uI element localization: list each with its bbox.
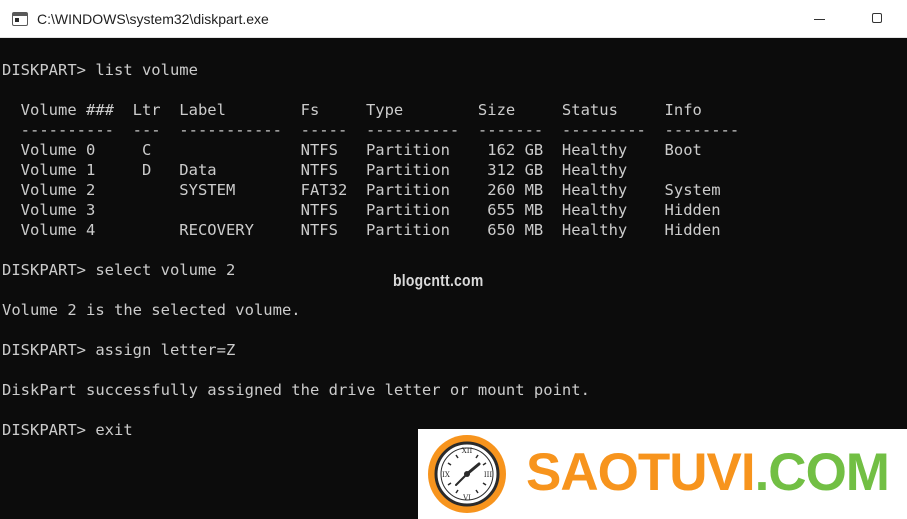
volume-table-row: Volume 3 NTFS Partition 655 MB Healthy H… xyxy=(2,201,721,219)
window-title: C:\WINDOWS\system32\diskpart.exe xyxy=(37,11,269,27)
minimize-button[interactable] xyxy=(796,0,842,38)
volume-table-row: Volume 2 SYSTEM FAT32 Partition 260 MB H… xyxy=(2,181,721,199)
svg-text:VI: VI xyxy=(462,494,471,502)
brand-name-part2: .COM xyxy=(754,443,890,502)
svg-text:III: III xyxy=(484,471,493,479)
console-line-command: DISKPART> exit xyxy=(2,421,133,439)
minimize-icon xyxy=(814,19,825,20)
volume-table-row: Volume 0 C NTFS Partition 162 GB Healthy… xyxy=(2,141,702,159)
volume-table-row: Volume 4 RECOVERY NTFS Partition 650 MB … xyxy=(2,221,721,239)
svg-text:IX: IX xyxy=(442,471,450,479)
brand-name: SAOTUVI.COM xyxy=(526,443,890,503)
volume-table-header: Volume ### Ltr Label Fs Type Size Status… xyxy=(2,101,702,119)
console-line-output: Volume 2 is the selected volume. xyxy=(2,301,301,319)
console-line-command: DISKPART> assign letter=Z xyxy=(2,341,236,359)
console-app-icon xyxy=(12,12,28,26)
clock-icon: XII III VI IX xyxy=(428,435,506,513)
console-line-command: DISKPART> list volume xyxy=(2,61,198,79)
console-line-command: DISKPART> select volume 2 xyxy=(2,261,236,279)
maximize-icon xyxy=(872,13,882,23)
brand-name-part1: SAOTUVI xyxy=(526,443,756,502)
console-line-output: DiskPart successfully assigned the drive… xyxy=(2,381,590,399)
watermark-text: blogcntt.com xyxy=(393,271,484,290)
volume-table-row: Volume 1 D Data NTFS Partition 312 GB He… xyxy=(2,161,628,179)
volume-table-separator: ---------- --- ----------- ----- -------… xyxy=(2,121,740,139)
brand-logo-banner: XII III VI IX SAOTUVI.COM xyxy=(418,429,907,519)
svg-text:XII: XII xyxy=(462,447,473,455)
title-bar: C:\WINDOWS\system32\diskpart.exe xyxy=(0,0,907,38)
maximize-button[interactable] xyxy=(854,0,900,38)
